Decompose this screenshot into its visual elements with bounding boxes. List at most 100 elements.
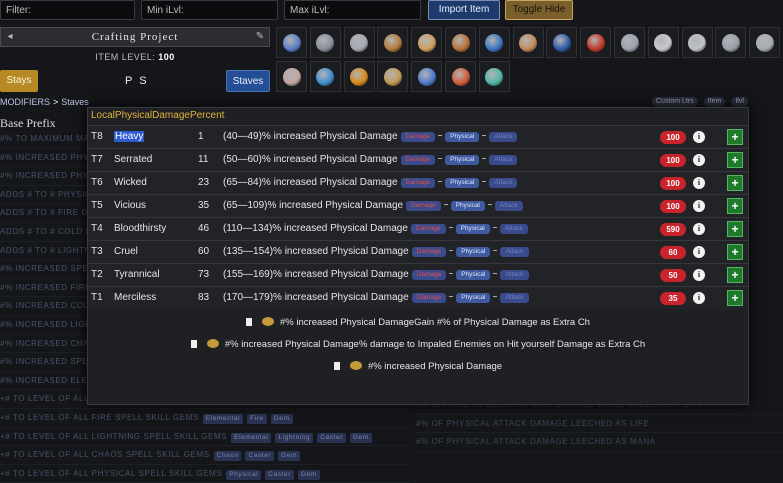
sword-base-button[interactable] — [715, 27, 747, 58]
list-item-tag: Caster — [265, 469, 295, 480]
eye-base-button[interactable] — [343, 61, 375, 92]
breadcrumb-modifiers[interactable]: MODIFIERS — [0, 97, 50, 107]
tier-row[interactable]: T4 Bloodthirsty 46 (110—134)% increased Phy… — [88, 217, 748, 240]
add-tier-button[interactable]: + — [727, 129, 743, 145]
tier-row[interactable]: T3 Cruel 60 (135—154)% increased Physical D… — [88, 240, 748, 263]
tier-row[interactable]: T5 Vicious 35 (65—109)% increased Physical … — [88, 194, 748, 217]
ice-crystal-base-button[interactable] — [309, 61, 341, 92]
list-item[interactable]: +# TO LEVEL OF ALL FIRE SPELL SKILL GEMS… — [0, 409, 410, 428]
min-ilvl-input[interactable]: Min iLvl: — [141, 0, 278, 20]
hammer-icon — [383, 67, 402, 86]
slash-base-button[interactable] — [681, 27, 713, 58]
tier-row[interactable]: T7 Serrated 11 (50—60)% increased Physical … — [88, 148, 748, 171]
hybrid-mod-row[interactable]: #% increased Physical Damage — [88, 361, 748, 372]
claw-base-button[interactable] — [647, 27, 679, 58]
weight-badge: 50 — [660, 269, 686, 282]
tier-row[interactable]: T8 Heavy 1 (40—49)% increased Physical Dama… — [88, 125, 748, 148]
document-icon[interactable] — [190, 340, 197, 348]
document-icon[interactable] — [246, 318, 253, 326]
ice-shard-icon — [282, 33, 301, 52]
import-item-button[interactable]: Import Item — [428, 0, 500, 20]
hybrid-mod-row[interactable]: #% increased Physical DamageGain #% of P… — [88, 317, 748, 328]
list-item-text: +# TO LEVEL OF ALL PHYSICAL SPELL SKILL … — [0, 468, 223, 478]
weight-badge: 35 — [660, 292, 686, 305]
tag-attack: Attack — [500, 293, 529, 303]
info-icon[interactable]: i — [693, 269, 705, 281]
add-tier-button[interactable]: + — [727, 152, 743, 168]
hammer-base-button[interactable] — [377, 61, 409, 92]
info-icon[interactable]: i — [693, 246, 705, 258]
tag-separator — [449, 250, 454, 251]
info-icon[interactable]: i — [693, 177, 705, 189]
tier-name: Bloodthirsty — [114, 223, 167, 234]
info-icon[interactable]: i — [693, 154, 705, 166]
cube-base-button[interactable] — [478, 27, 510, 58]
staves-button[interactable]: Staves — [226, 70, 270, 92]
tag-custom[interactable]: Custom Ltrs — [652, 97, 698, 107]
tier-mod-desc: increased Physical Damage — [273, 131, 398, 142]
tag-ilvl[interactable]: Ilvl — [731, 97, 748, 107]
ice-shard-base-button[interactable] — [276, 27, 307, 58]
sphere-base-button[interactable] — [309, 27, 341, 58]
serpent-icon — [485, 67, 504, 86]
add-tier-button[interactable]: + — [727, 175, 743, 191]
gem-base-button[interactable] — [411, 61, 443, 92]
info-icon[interactable]: i — [693, 223, 705, 235]
filter-input[interactable]: Filter: — [0, 0, 135, 20]
tag-separator — [493, 250, 498, 251]
tier-row[interactable]: T6 Wicked 23 (65—84)% increased Physical Da… — [88, 171, 748, 194]
tier-label: T1 — [91, 292, 103, 303]
stays-button[interactable]: Stays — [0, 70, 38, 92]
raven-base-button[interactable] — [546, 27, 578, 58]
list-item-tag: Chaos — [213, 451, 242, 462]
document-icon[interactable] — [333, 362, 340, 370]
breadcrumb-staves[interactable]: Staves — [61, 97, 89, 107]
add-tier-button[interactable]: + — [727, 198, 743, 214]
add-tier-button[interactable]: + — [727, 267, 743, 283]
tag-separator — [449, 296, 454, 297]
serpent-base-button[interactable] — [478, 61, 510, 92]
add-tier-button[interactable]: + — [727, 290, 743, 306]
list-item[interactable]: #% OF PHYSICAL ATTACK DAMAGE LEECHED AS … — [416, 415, 783, 434]
tier-row[interactable]: T1 Merciless 83 (170—179)% increased Physic… — [88, 286, 748, 309]
tag-item[interactable]: Item — [703, 97, 726, 107]
tier-name: Heavy — [114, 131, 145, 142]
hound-base-button[interactable] — [276, 61, 307, 92]
claw-icon — [654, 33, 673, 52]
horn-base-button[interactable] — [377, 27, 409, 58]
shield-grid-base-button[interactable] — [411, 27, 443, 58]
list-item[interactable]: +# TO LEVEL OF ALL LIGHTNING SPELL SKILL… — [0, 428, 410, 447]
tag-separator — [482, 158, 487, 159]
tier-mod-text: (40—49)% increased Physical Damage Damage… — [223, 131, 518, 142]
tier-mod-text: (170—179)% increased Physical Damage Dama… — [223, 292, 529, 303]
edit-icon[interactable]: ✎ — [254, 31, 266, 43]
info-icon[interactable]: i — [693, 131, 705, 143]
toggle-hide-button[interactable]: Toggle Hide — [505, 0, 573, 20]
tier-name: Tyrannical — [114, 269, 160, 280]
add-tier-button[interactable]: + — [727, 244, 743, 260]
tier-row[interactable]: T2 Tyrannical 73 (155—169)% increased Physi… — [88, 263, 748, 286]
list-item-text: +# TO LEVEL OF ALL LIGHTNING SPELL SKILL… — [0, 431, 228, 441]
max-ilvl-input[interactable]: Max iLvl: — [284, 0, 421, 20]
tag-physical: Physical — [456, 293, 491, 303]
gauntlet-base-button[interactable] — [512, 27, 544, 58]
ring-base-button[interactable] — [749, 27, 781, 58]
hybrid-mod-row[interactable]: #% increased Physical Damage% damage to … — [88, 339, 748, 350]
info-icon[interactable]: i — [693, 292, 705, 304]
fist-base-button[interactable] — [445, 27, 476, 58]
tier-level: 11 — [198, 154, 209, 165]
tag-damage: Damage — [400, 178, 436, 188]
shield-grid-icon — [417, 33, 436, 52]
flame-orb-base-button[interactable] — [580, 27, 612, 58]
spark-base-button[interactable] — [445, 61, 476, 92]
tag-separator — [493, 273, 498, 274]
helmet-base-button[interactable] — [343, 27, 375, 58]
list-item[interactable]: +# TO LEVEL OF ALL PHYSICAL SPELL SKILL … — [0, 465, 410, 483]
tier-name: Serrated — [114, 154, 153, 165]
add-tier-button[interactable]: + — [727, 221, 743, 237]
list-item[interactable]: #% OF PHYSICAL ATTACK DAMAGE LEECHED AS … — [416, 433, 783, 452]
tag-separator — [449, 273, 454, 274]
list-item[interactable]: +# TO LEVEL OF ALL CHAOS SPELL SKILL GEM… — [0, 446, 410, 465]
info-icon[interactable]: i — [693, 200, 705, 212]
wolf-base-button[interactable] — [614, 27, 645, 58]
